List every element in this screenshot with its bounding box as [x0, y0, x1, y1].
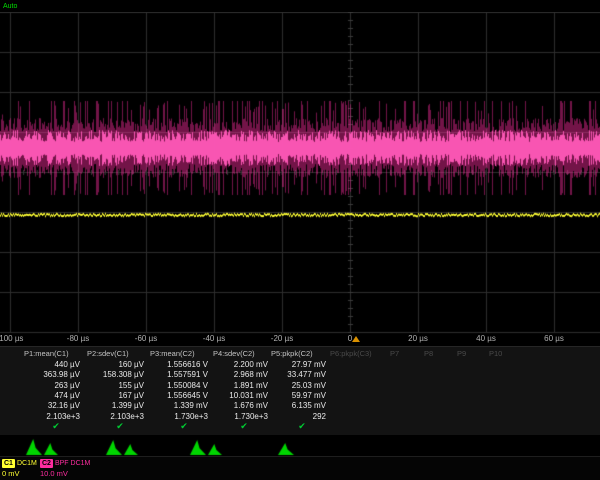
c2-badge: C2: [40, 459, 53, 468]
param-value-cell: 1.556645 V: [167, 391, 208, 400]
trigger-status: Auto: [3, 3, 17, 10]
time-tick-label: 20 µs: [408, 334, 428, 343]
time-tick-label: 40 µs: [476, 334, 496, 343]
time-tick-label: -40 µs: [203, 334, 225, 343]
param-value-cell: 2.103e+3: [110, 412, 144, 421]
param-value-cell: 2.968 mV: [234, 370, 268, 379]
c2-coupling: BPF DC1M: [55, 459, 90, 468]
param-value-cell: 2.200 mV: [234, 360, 268, 369]
param-value-cell: 160 µV: [118, 360, 144, 369]
time-tick-label: 60 µs: [544, 334, 564, 343]
c1-badge: C1: [2, 459, 15, 468]
param-value-cell: 1.399 µV: [112, 401, 144, 410]
param-header-inactive[interactable]: P7: [390, 349, 399, 358]
trigger-position-marker: [352, 336, 360, 342]
param-value-cell: 1.676 mV: [234, 401, 268, 410]
param-value-cell: 1.891 mV: [234, 381, 268, 390]
param-value-cell: 6.135 mV: [292, 401, 326, 410]
param-value-cell: 158.308 µV: [103, 370, 144, 379]
param-value-cell: 59.97 mV: [292, 391, 326, 400]
param-value-cell: 474 µV: [54, 391, 80, 400]
param-value-cell: 1.556616 V: [167, 360, 208, 369]
oscilloscope-screen: Auto -100 µs-80 µs-60 µs-40 µs-20 µs020 …: [0, 0, 600, 480]
time-tick-label: -20 µs: [271, 334, 293, 343]
time-axis: -100 µs-80 µs-60 µs-40 µs-20 µs020 µs40 …: [0, 334, 600, 346]
measurement-table: P1:mean(C1) P2:sdev(C1) P3:mean(C2) P4:sdev…: [0, 346, 600, 435]
param-value-cell: 1.550084 V: [167, 381, 208, 390]
param-header[interactable]: P3:mean(C2): [150, 349, 195, 358]
param-value-cell: 25.03 mV: [292, 381, 326, 390]
param-value-cell: 1.730e+3: [234, 412, 268, 421]
param-value-cell: 33.477 mV: [287, 370, 326, 379]
c2-scale: 10.0 mV: [40, 469, 90, 479]
param-value-cell: 263 µV: [54, 381, 80, 390]
param-value-cell: 10.031 mV: [229, 391, 268, 400]
param-header-inactive[interactable]: P9: [457, 349, 466, 358]
param-value-cell: 167 µV: [118, 391, 144, 400]
waveform-display[interactable]: [0, 12, 600, 334]
c1-scale: 0 mV: [2, 469, 37, 479]
param-value-cell: 27.97 mV: [292, 360, 326, 369]
bottom-bar: C1 DC1M 0 mV C2 BPF DC1M 10.0 mV + HD Tb…: [0, 456, 600, 480]
param-value-cell: 292: [313, 412, 326, 421]
param-status-check: ✔: [116, 421, 124, 432]
param-header[interactable]: P4:sdev(C2): [213, 349, 255, 358]
c1-coupling: DC1M: [17, 459, 37, 468]
param-value-cell: 1.557591 V: [167, 370, 208, 379]
param-header[interactable]: P5:pkpk(C2): [271, 349, 313, 358]
param-header-inactive[interactable]: P6:pkpk(C3): [330, 349, 372, 358]
parameter-histicons: [0, 434, 600, 456]
param-status-check: ✔: [298, 421, 306, 432]
param-header-inactive[interactable]: P10: [489, 349, 502, 358]
param-value-cell: 1.730e+3: [174, 412, 208, 421]
param-value-cell: 2.103e+3: [46, 412, 80, 421]
time-tick-label: -60 µs: [135, 334, 157, 343]
param-header[interactable]: P1:mean(C1): [24, 349, 69, 358]
param-value-cell: 363.98 µV: [43, 370, 80, 379]
param-value-cell: 1.339 mV: [174, 401, 208, 410]
param-header[interactable]: P2:sdev(C1): [87, 349, 129, 358]
channel-c1-descriptor[interactable]: C1 DC1M 0 mV: [2, 458, 37, 479]
param-header-inactive[interactable]: P8: [424, 349, 433, 358]
param-value-cell: 440 µV: [54, 360, 80, 369]
channel-c2-descriptor[interactable]: C2 BPF DC1M 10.0 mV: [40, 458, 90, 479]
param-value-cell: 155 µV: [118, 381, 144, 390]
time-tick-label: -80 µs: [67, 334, 89, 343]
time-tick-label: -100 µs: [0, 334, 23, 343]
param-status-check: ✔: [52, 421, 60, 432]
param-value-cell: 32.16 µV: [48, 401, 80, 410]
param-status-check: ✔: [240, 421, 248, 432]
param-status-check: ✔: [180, 421, 188, 432]
